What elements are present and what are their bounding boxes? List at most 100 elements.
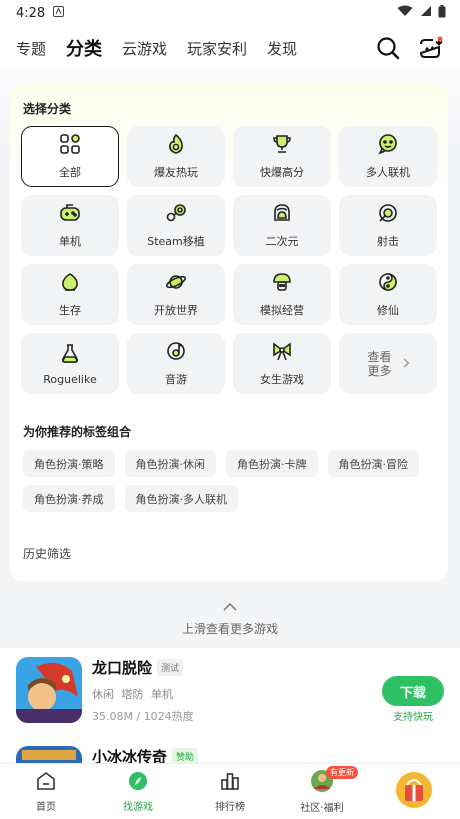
- bow-icon: [271, 340, 293, 365]
- category-label: Roguelike: [43, 372, 97, 386]
- category-label: 单机: [59, 235, 81, 248]
- sponsor-badge: 赞助: [172, 748, 199, 763]
- nav-community[interactable]: 有更新 社区·福利: [276, 764, 368, 819]
- list-item[interactable]: 小冰冰传奇 赞助: [16, 746, 199, 763]
- tag-chip[interactable]: 角色扮演·策略: [23, 450, 115, 477]
- recommended-tags-title: 为你推荐的标签组合: [23, 425, 132, 439]
- gamepad-icon: [59, 202, 81, 227]
- tab-player-recommend[interactable]: 玩家安利: [187, 38, 247, 59]
- category-multiplayer[interactable]: 多人联机: [339, 126, 437, 187]
- category-section-title: 选择分类: [23, 102, 72, 116]
- category-steam[interactable]: Steam移植: [127, 195, 225, 256]
- chart-icon: [219, 770, 241, 795]
- game-list: 龙口脱险 测试 休闲 塔防 单机 35.08M / 1024热度 下载 支持快玩 …: [0, 648, 460, 763]
- tag-chip[interactable]: 角色扮演·休闲: [124, 450, 216, 477]
- battery-icon: [438, 4, 446, 22]
- steam-icon: [165, 202, 187, 227]
- view-more-label: 查看更多: [367, 349, 392, 378]
- category-label: 修仙: [377, 304, 399, 317]
- game-icon: [16, 657, 82, 723]
- potion-icon: [59, 342, 81, 367]
- game-stats: 35.08M / 1024热度: [92, 710, 194, 723]
- category-label: 全部: [59, 166, 81, 179]
- tag-chip[interactable]: 角色扮演·卡牌: [226, 450, 318, 477]
- category-label: 二次元: [265, 235, 299, 248]
- game-title: 龙口脱险: [92, 659, 153, 677]
- tag-chip[interactable]: 角色扮演·养成: [23, 485, 115, 512]
- category-simulation[interactable]: 模拟经营: [233, 264, 331, 325]
- list-item[interactable]: 龙口脱险 测试 休闲 塔防 单机 35.08M / 1024热度: [16, 657, 194, 724]
- category-label: 音游: [165, 373, 187, 386]
- category-label: 模拟经营: [260, 304, 304, 317]
- tab-topics[interactable]: 专题: [16, 38, 46, 59]
- game-heat: 1024热度: [143, 710, 194, 723]
- category-label: 生存: [59, 304, 81, 317]
- tab-discover[interactable]: 发现: [267, 38, 297, 59]
- category-anime[interactable]: 二次元: [233, 195, 331, 256]
- category-label: 开放世界: [154, 304, 198, 317]
- category-rhythm[interactable]: 音游: [127, 333, 225, 394]
- tab-cloud-games[interactable]: 云游戏: [122, 38, 167, 59]
- chevron-up-icon: [223, 600, 237, 614]
- category-open-world[interactable]: 开放世界: [127, 264, 225, 325]
- nav-home[interactable]: 首页: [0, 764, 92, 819]
- category-high-score[interactable]: 快爆高分: [233, 126, 331, 187]
- chevron-right-icon: [403, 357, 410, 371]
- category-girls-games[interactable]: 女生游戏: [233, 333, 331, 394]
- nav-label: 找游戏: [123, 802, 153, 813]
- category-label: Steam移植: [147, 235, 205, 248]
- tag-chip[interactable]: 角色扮演·冒险: [327, 450, 419, 477]
- category-cultivation[interactable]: 修仙: [339, 264, 437, 325]
- category-all[interactable]: 全部: [21, 126, 119, 187]
- nav-gift[interactable]: [368, 764, 460, 819]
- yinyang-icon: [377, 271, 399, 296]
- chat-icon: [377, 133, 399, 158]
- category-label: 射击: [377, 235, 399, 248]
- nav-label: 社区·福利: [300, 803, 344, 814]
- download-button[interactable]: 下载: [382, 676, 444, 706]
- nav-label: 首页: [36, 802, 56, 813]
- tab-categories[interactable]: 分类: [64, 35, 105, 64]
- top-nav: 专题 分类 云游戏 玩家安利 发现: [0, 26, 460, 70]
- category-label: 多人联机: [366, 166, 410, 179]
- gift-icon: [395, 771, 433, 812]
- bottom-nav: 首页 找游戏 排行榜 有更新 社区·福利: [0, 763, 460, 819]
- home-icon: [35, 770, 57, 795]
- category-grid: 全部 爆友热玩 快爆高分 多人联机 单机 Steam移植 二次元 射击 生存 开…: [21, 126, 439, 394]
- signal-icon: [419, 5, 432, 21]
- game-size: 35.08M: [92, 710, 133, 723]
- search-icon[interactable]: [376, 36, 400, 64]
- anime-icon: [271, 202, 293, 227]
- nav-label: 排行榜: [215, 802, 245, 813]
- game-tags: 休闲 塔防 单机: [92, 688, 173, 701]
- leaf-icon: [59, 271, 81, 296]
- game-download-icon[interactable]: [418, 36, 444, 64]
- tag-chip[interactable]: 角色扮演·多人联机: [124, 485, 238, 512]
- view-more-categories[interactable]: 查看更多: [339, 333, 437, 394]
- trophy-icon: [271, 133, 293, 158]
- category-shooter[interactable]: 射击: [339, 195, 437, 256]
- wifi-icon: [397, 5, 413, 21]
- history-filter-title[interactable]: 历史筛选: [23, 545, 71, 562]
- category-label: 爆友热玩: [154, 166, 198, 179]
- swipe-hint[interactable]: 上滑查看更多游戏: [0, 600, 460, 637]
- compass-icon: [127, 770, 149, 795]
- category-popular[interactable]: 爆友热玩: [127, 126, 225, 187]
- category-label: 女生游戏: [260, 373, 304, 386]
- game-title: 小冰冰传奇: [92, 748, 168, 763]
- status-time: 4:28: [16, 5, 46, 21]
- nav-find-games[interactable]: 找游戏: [92, 764, 184, 819]
- test-badge: 测试: [157, 659, 184, 676]
- category-label: 快爆高分: [260, 166, 304, 179]
- nav-rankings[interactable]: 排行榜: [184, 764, 276, 819]
- fire-icon: [165, 133, 187, 158]
- swipe-hint-text: 上滑查看更多游戏: [181, 622, 278, 636]
- category-survival[interactable]: 生存: [21, 264, 119, 325]
- status-bar: 4:28: [0, 0, 460, 26]
- music-icon: [165, 340, 187, 365]
- category-single-player[interactable]: 单机: [21, 195, 119, 256]
- category-roguelike[interactable]: Roguelike: [21, 333, 119, 394]
- quick-play-label: 支持快玩: [393, 712, 433, 723]
- update-badge: 有更新: [326, 766, 358, 779]
- planet-icon: [165, 271, 187, 296]
